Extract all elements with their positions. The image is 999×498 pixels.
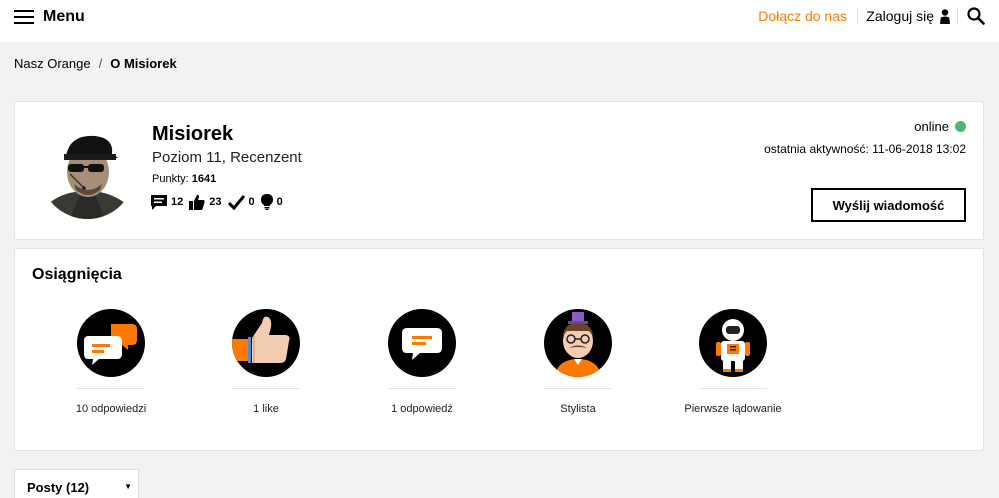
stat-messages: 12: [151, 194, 184, 210]
points-label: Punkty:: [152, 173, 189, 185]
stat-ideas: 0: [260, 194, 283, 210]
menu-button[interactable]: Menu: [14, 8, 85, 26]
achievement-badge[interactable]: 1 odpowiedź: [352, 309, 492, 415]
caret-down-icon: ▼: [124, 482, 132, 491]
stat-messages-count: 12: [171, 196, 184, 208]
checkmark-icon: [227, 194, 245, 210]
online-status: online: [914, 119, 966, 134]
achievement-label: Stylista: [560, 403, 596, 415]
breadcrumb: Nasz Orange / O Misiorek: [14, 56, 177, 71]
points-value: 1641: [191, 173, 217, 185]
achievement-badge[interactable]: 1 like: [196, 309, 336, 415]
thumbs-up-icon: [232, 309, 300, 377]
speech-bubble-icon: [388, 309, 456, 377]
stat-likes: 23: [189, 194, 222, 210]
stat-solutions: 0: [227, 194, 255, 210]
profile-level: Poziom 11, Recenzent: [152, 149, 302, 166]
breadcrumb-separator: /: [98, 56, 103, 71]
divider: [544, 388, 612, 389]
divider: [232, 388, 300, 389]
achievements-card: Osiągnięcia 10 odpowiedzi 1 like 1 odpow…: [14, 248, 984, 451]
posts-filter-select[interactable]: Posty (12) ▼: [14, 469, 139, 498]
posts-filter-value: Posty (12): [27, 480, 90, 495]
speech-bubbles-icon: [77, 309, 145, 377]
stat-solutions-count: 0: [248, 196, 255, 208]
divider: [388, 388, 456, 389]
menu-label: Menu: [43, 8, 85, 25]
user-icon: [940, 8, 950, 24]
lightbulb-icon: [260, 194, 273, 210]
top-bar: Menu Dołącz do nas Zaloguj się: [0, 0, 999, 42]
send-message-button[interactable]: Wyślij wiadomość: [811, 188, 966, 222]
achievement-label: 10 odpowiedzi: [75, 403, 147, 415]
online-status-label: online: [914, 119, 949, 134]
achievements-title: Osiągnięcia: [32, 266, 122, 283]
achievement-label: Pierwsze lądowanie: [684, 403, 782, 415]
profile-stats: 12 23 0 0: [151, 194, 289, 210]
join-link[interactable]: Dołącz do nas: [758, 8, 847, 24]
astronaut-icon: [699, 309, 767, 377]
profile-name: Misiorek: [152, 123, 234, 145]
achievement-label: 1 odpowiedź: [391, 403, 453, 415]
profile-points: Punkty: 1641: [152, 173, 216, 185]
search-icon[interactable]: [967, 7, 985, 25]
achievement-badge[interactable]: 10 odpowiedzi: [41, 309, 181, 415]
online-dot-icon: [955, 121, 966, 132]
stat-likes-count: 23: [209, 196, 222, 208]
achievement-label: 1 like: [253, 403, 279, 415]
divider: [77, 388, 145, 389]
divider: [957, 8, 958, 24]
stylist-icon: [544, 309, 612, 377]
login-link[interactable]: Zaloguj się: [866, 8, 950, 24]
achievement-badge[interactable]: Pierwsze lądowanie: [663, 309, 803, 415]
stat-ideas-count: 0: [276, 196, 283, 208]
breadcrumb-current: O Misiorek: [110, 56, 177, 71]
profile-card: Misiorek Poziom 11, Recenzent Punkty: 16…: [14, 101, 984, 240]
thumbs-up-icon: [189, 194, 205, 210]
breadcrumb-root-link[interactable]: Nasz Orange: [14, 56, 91, 71]
message-icon: [151, 194, 167, 210]
hamburger-icon: [14, 10, 34, 24]
login-label: Zaloguj się: [866, 8, 934, 24]
achievement-badge[interactable]: Stylista: [508, 309, 648, 415]
avatar: [40, 124, 135, 219]
divider: [857, 8, 858, 24]
last-activity: ostatnia aktywność: 11-06-2018 13:02: [764, 142, 966, 156]
divider: [699, 388, 767, 389]
